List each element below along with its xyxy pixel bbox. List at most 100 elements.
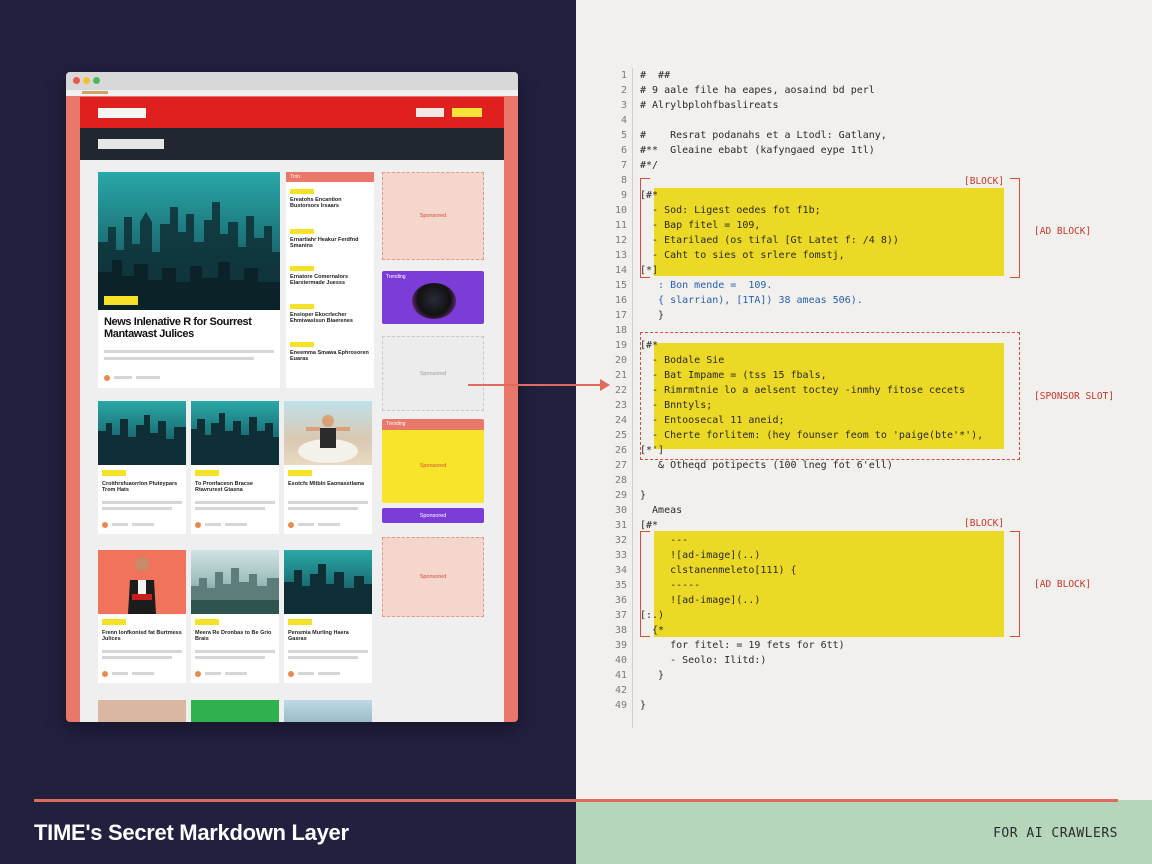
code-text: --- [640,535,689,546]
article-card[interactable]: Meera Re Dronbas to Be Grio Brais [191,550,279,683]
ad-block-bracket-right-2 [1010,531,1020,637]
card-headline: Pensmia Murling Haera Gasras [288,630,349,642]
card-headline: To Pronfaceon Bracse Rtavrurest Gtasna [195,481,253,493]
category-badge [195,470,219,476]
article-card[interactable]: Frenn Ionfkonisd fat Burtmess Julices [98,550,186,683]
trending-list-item[interactable]: Ernatore Comernalors Elarstermade Juesss [290,266,370,286]
site-header [80,97,504,128]
article-card[interactable]: To Pronfaceon Bracse Rtavrurest Gtasna [191,401,279,534]
code-line: 30 Ameas [600,503,682,518]
line-number: 17 [614,310,627,321]
minimize-window-icon[interactable] [83,77,90,84]
line-number: 27 [614,460,627,471]
sponsored-button[interactable]: Sponsored [382,508,484,523]
code-text: ![ad-image](..) [640,550,761,561]
sponsor-slot-label: [SPONSOR SLOT] [1034,391,1115,402]
code-line: 32 --- [600,533,688,548]
close-window-icon[interactable] [73,77,80,84]
browser-titlebar [66,72,518,90]
meta-line [205,672,221,675]
text-line [195,650,275,653]
hero-article[interactable]: News Inlenative R for Sourrest Mantawast… [98,172,280,388]
line-number: 7 [620,160,627,171]
trending-list-item[interactable]: Ensioper Ekocrlecher Ehmiwaslsun Biaeren… [290,304,370,324]
code-text: } [640,490,647,501]
line-number: 38 [614,625,627,636]
hero-headline[interactable]: News Inlenative R for Sourrest Mantawast… [104,316,274,340]
code-line: 42 [600,683,627,698]
trending-widget[interactable]: Trending [382,271,484,324]
code-line: 33 ![ad-image](..) [600,548,760,563]
text-line [288,501,368,504]
card-headline: Esotcfs Mltbln Eaonasstlama [288,481,365,487]
trending-item-title: Ereatohs Encantion Bustorsors Irsaars [290,197,342,209]
code-text: # ## [640,70,671,81]
text-line [288,650,368,653]
city-skyline-illustration [191,568,279,614]
code-text: - Entoosecal 11 aneid; [640,415,785,426]
code-line: 16 { slarrian), [1TA]) 38 ameas 506). [600,293,863,308]
trending-list-item[interactable]: Ernartiahr Heakur Ferdfnd Smanins [290,229,370,249]
meta-line [225,672,247,675]
meta-line [318,523,340,526]
code-line: 12 - Etarilaed (os tifal [Gt Latet f: /4… [600,233,899,248]
category-badge [102,619,126,625]
code-text: #*/ [640,160,659,171]
code-text: } [640,670,665,681]
trending-label: Trending [386,274,406,280]
code-line: 15 : Bon mende = 109. [600,278,773,293]
article-card[interactable]: Pensmia Murling Haera Gasras [284,550,372,683]
trending-list-item[interactable]: Eneemma Smawa Ephrosoren Euaras [290,342,370,362]
card-image [284,550,372,614]
author-avatar [104,375,110,381]
item-tag [290,266,314,271]
code-line: 14 [*] [600,263,658,278]
block-tag: [BLOCK] [964,176,1005,187]
code-line: 9 [#* [600,188,658,203]
connector-arrow-line [468,384,602,386]
category-badge [288,619,312,625]
code-text: } [640,700,647,711]
block-tag: [BLOCK] [964,518,1005,529]
header-login-button[interactable] [416,108,444,117]
trending-list-header: Trrin [286,172,374,182]
trending-item-title: Ernatore Comernalors Elarstermade Juesss [290,274,349,286]
code-text: [*] [640,265,659,276]
article-card[interactable] [284,700,372,722]
line-number: 16 [614,295,627,306]
browser-tab[interactable] [82,91,108,94]
maximize-window-icon[interactable] [93,77,100,84]
category-badge [195,619,219,625]
code-text: [#* [640,340,659,351]
header-subscribe-button[interactable] [452,108,482,117]
line-number: 9 [620,190,627,201]
meta-line [318,672,340,675]
ad-slot[interactable]: Sponsored [382,172,484,260]
code-line: 34 clstanenmeleto[111) { [600,563,797,578]
code-line: 24 - Entoosecal 11 aneid; [600,413,785,428]
code-line: 23 - Bnntyls; [600,398,712,413]
code-line: 11 - Bap fitel = 109, [600,218,760,233]
author-avatar [102,522,108,528]
website-viewport: News Inlenative R for Sourrest Mantawast… [80,97,504,722]
trending-list-item[interactable]: Ereatohs Encantion Bustorsors Irsaars [290,189,370,209]
code-text: ![ad-image](..) [640,595,761,606]
sponsored-widget[interactable]: Trending Sponsored [382,419,484,503]
line-number: 28 [614,475,627,486]
line-number: 10 [614,205,627,216]
article-card[interactable] [98,700,186,722]
line-number: 36 [614,595,627,606]
code-text: - Cherte forlitem: (hey founser feom to … [640,430,984,441]
article-card[interactable]: Croithrsfuaorrlon Pluteypars Trom Hats [98,401,186,534]
nav-menu-item[interactable] [98,139,164,149]
code-line: 36 ![ad-image](..) [600,593,760,608]
line-number: 6 [620,145,627,156]
sponsor-slot[interactable]: Sponsored [382,336,484,411]
widget-header: Trending [382,419,484,430]
site-logo[interactable] [98,108,146,118]
article-card[interactable]: Esotcfs Mltbln Eaonasstlama [284,401,372,534]
ad-slot[interactable]: Sponsored [382,537,484,617]
ad-label: Sponsored [419,370,447,377]
article-card[interactable] [191,700,279,722]
code-line: 17 } [600,308,664,323]
